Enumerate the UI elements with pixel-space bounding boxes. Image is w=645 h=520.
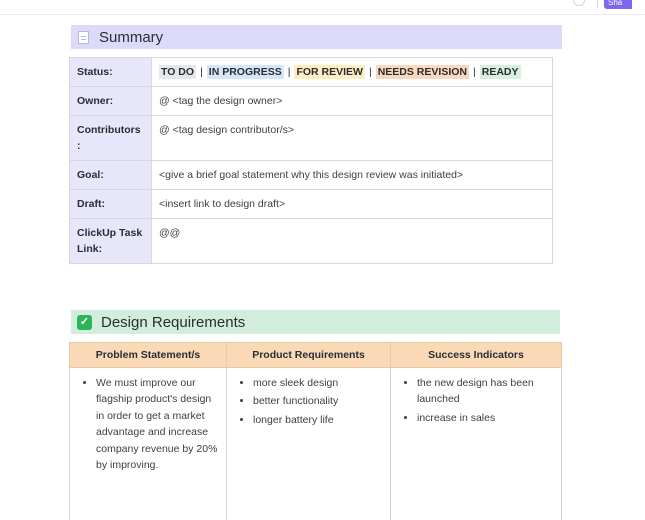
status-value: TO DO|IN PROGRESS|FOR REVIEW|NEEDS REVIS… bbox=[152, 58, 553, 87]
requirements-table: Problem Statement/s Product Requirements… bbox=[69, 342, 562, 520]
table-row: ClickUp Task Link: @@ bbox=[70, 219, 553, 264]
list-item: more sleek design bbox=[253, 375, 382, 391]
share-button[interactable]: Sha bbox=[604, 0, 632, 9]
table-row: We must improve our flagship product's d… bbox=[70, 368, 562, 520]
requirements-cell[interactable]: more sleek design better functionality l… bbox=[227, 368, 391, 520]
draft-label: Draft: bbox=[70, 190, 152, 219]
toolbar-divider bbox=[597, 0, 598, 8]
draft-value[interactable]: <insert link to design draft> bbox=[152, 190, 553, 219]
status-tag-in-progress[interactable]: IN PROGRESS bbox=[207, 65, 284, 79]
owner-value[interactable]: @ <tag the design owner> bbox=[152, 87, 553, 116]
status-label: Status: bbox=[70, 58, 152, 87]
status-separator: | bbox=[200, 66, 203, 78]
summary-heading: Summary bbox=[99, 29, 163, 46]
goal-label: Goal: bbox=[70, 161, 152, 190]
summary-table: Status: TO DO|IN PROGRESS|FOR REVIEW|NEE… bbox=[69, 57, 553, 264]
column-header-indicators: Success Indicators bbox=[391, 343, 562, 368]
table-row: Contributors : @ <tag design contributor… bbox=[70, 116, 553, 161]
status-tag-needs-revision[interactable]: NEEDS REVISION bbox=[376, 65, 469, 79]
status-separator: | bbox=[473, 66, 476, 78]
list-item: increase in sales bbox=[417, 410, 553, 426]
table-row: Goal: <give a brief goal statement why t… bbox=[70, 161, 553, 190]
summary-banner: Summary bbox=[71, 25, 562, 49]
status-tag-for-review[interactable]: FOR REVIEW bbox=[294, 65, 365, 79]
status-tag-todo[interactable]: TO DO bbox=[159, 65, 196, 79]
indicators-list: the new design has been launched increas… bbox=[400, 375, 553, 426]
column-header-requirements: Product Requirements bbox=[227, 343, 391, 368]
table-header-row: Problem Statement/s Product Requirements… bbox=[70, 343, 562, 368]
goal-value[interactable]: <give a brief goal statement why this de… bbox=[152, 161, 553, 190]
design-requirements-heading: Design Requirements bbox=[101, 314, 245, 331]
top-toolbar: Sha bbox=[0, 0, 645, 15]
indicators-cell[interactable]: the new design has been launched increas… bbox=[391, 368, 562, 520]
owner-label: Owner: bbox=[70, 87, 152, 116]
list-item: the new design has been launched bbox=[417, 375, 553, 408]
status-tag-ready[interactable]: READY bbox=[480, 65, 521, 79]
list-item: longer battery life bbox=[253, 412, 382, 428]
contributors-label: Contributors : bbox=[70, 116, 152, 161]
requirements-list: more sleek design better functionality l… bbox=[236, 375, 382, 428]
checkbox-icon: ✓ bbox=[77, 315, 92, 330]
table-row: Owner: @ <tag the design owner> bbox=[70, 87, 553, 116]
document-icon bbox=[78, 31, 89, 44]
status-separator: | bbox=[288, 66, 291, 78]
loading-icon bbox=[573, 0, 585, 6]
list-item: better functionality bbox=[253, 393, 382, 409]
task-link-value[interactable]: @@ bbox=[152, 219, 553, 264]
problem-list: We must improve our flagship product's d… bbox=[79, 375, 218, 473]
table-row: Draft: <insert link to design draft> bbox=[70, 190, 553, 219]
task-link-label: ClickUp Task Link: bbox=[70, 219, 152, 264]
status-separator: | bbox=[369, 66, 372, 78]
table-row: Status: TO DO|IN PROGRESS|FOR REVIEW|NEE… bbox=[70, 58, 553, 87]
contributors-value[interactable]: @ <tag design contributor/s> bbox=[152, 116, 553, 161]
list-item: We must improve our flagship product's d… bbox=[96, 375, 218, 473]
design-requirements-banner: ✓ Design Requirements bbox=[71, 310, 560, 334]
column-header-problem: Problem Statement/s bbox=[70, 343, 227, 368]
problem-cell[interactable]: We must improve our flagship product's d… bbox=[70, 368, 227, 520]
